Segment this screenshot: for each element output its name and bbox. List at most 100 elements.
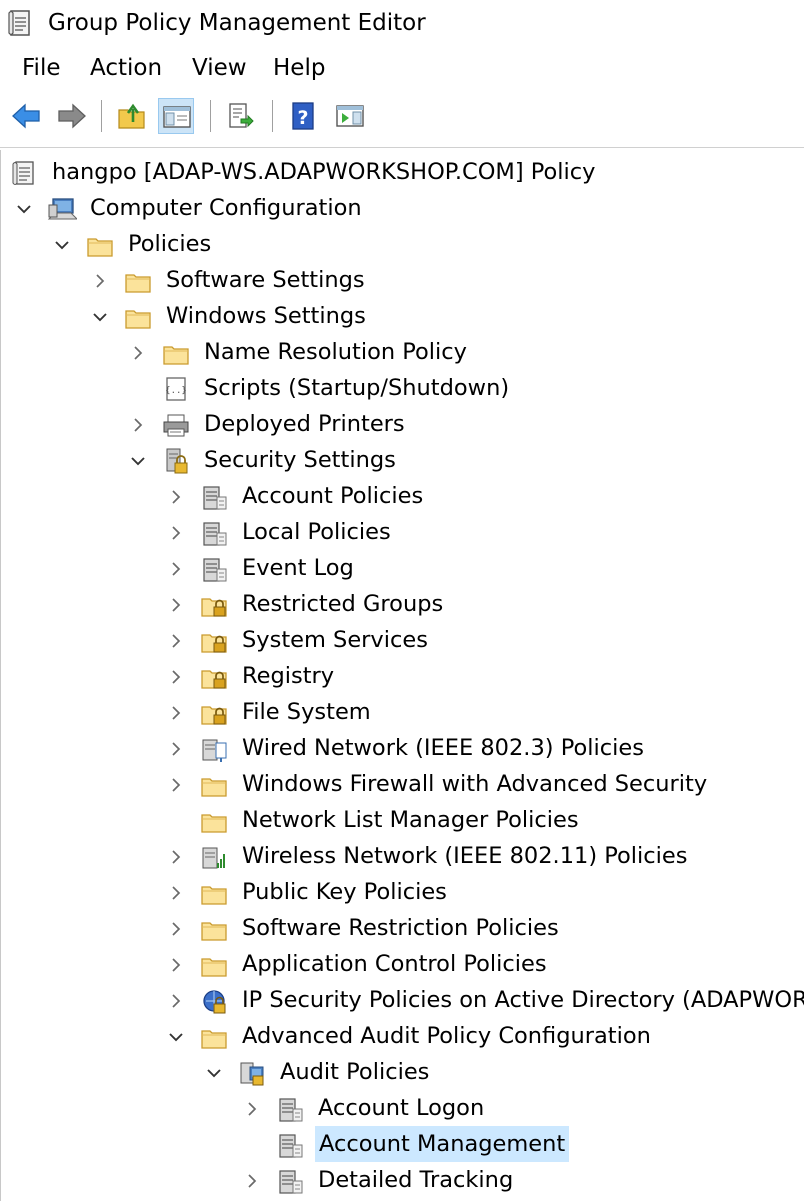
tree-node[interactable]: Advanced Audit Policy Configuration <box>1 1019 804 1055</box>
chevron-down-icon[interactable] <box>53 236 71 254</box>
tree-node[interactable]: {..} Scripts (Startup/Shutdown) <box>1 371 804 407</box>
chevron-right-icon[interactable] <box>167 704 185 722</box>
chevron-right-icon[interactable] <box>129 416 147 434</box>
chevron-right-icon[interactable] <box>167 848 185 866</box>
tree-node-label: Scripts (Startup/Shutdown) <box>204 375 510 401</box>
tree-node-label: Advanced Audit Policy Configuration <box>242 1023 651 1049</box>
menu-view[interactable]: View <box>190 53 249 83</box>
menu-action[interactable]: Action <box>88 53 164 83</box>
folder-icon <box>201 886 227 905</box>
console-tree: hangpo [ADAP-WS.ADAPWORKSHOP.COM] Policy… <box>0 150 804 1201</box>
chevron-right-icon[interactable] <box>167 488 185 506</box>
tree-node-label: Application Control Policies <box>242 951 547 977</box>
tree-node[interactable]: Restricted Groups <box>1 587 804 623</box>
tree-node-label: Deployed Printers <box>204 411 405 437</box>
chevron-right-icon[interactable] <box>167 524 185 542</box>
tree-node[interactable]: Security Settings <box>1 443 804 479</box>
show-hide-action-pane-button[interactable] <box>332 98 368 134</box>
policy-scroll-icon <box>12 161 34 185</box>
tree-node[interactable]: Wired Network (IEEE 802.3) Policies <box>1 731 804 767</box>
tree-node[interactable]: Network List Manager Policies <box>1 803 804 839</box>
chevron-right-icon[interactable] <box>167 992 185 1010</box>
tree-node[interactable]: Audit Policies <box>1 1055 804 1091</box>
policy-server-icon <box>279 1170 303 1194</box>
chevron-right-icon[interactable] <box>243 1100 261 1118</box>
chevron-down-icon[interactable] <box>167 1028 185 1046</box>
folder-icon <box>201 1030 227 1049</box>
tree-node[interactable]: hangpo [ADAP-WS.ADAPWORKSHOP.COM] Policy <box>1 155 804 191</box>
chevron-right-icon[interactable] <box>167 560 185 578</box>
tree-node-label: Audit Policies <box>280 1059 430 1085</box>
chevron-right-icon[interactable] <box>91 272 109 290</box>
chevron-right-icon[interactable] <box>129 344 147 362</box>
tree-node[interactable]: File System <box>1 695 804 731</box>
tree-node[interactable]: Windows Settings <box>1 299 804 335</box>
menu-file[interactable]: File <box>20 53 63 83</box>
folder-icon <box>201 814 227 833</box>
chevron-right-icon[interactable] <box>167 776 185 794</box>
tree-node[interactable]: Computer Configuration <box>1 191 804 227</box>
locked-folder-icon <box>201 706 227 725</box>
chevron-right-icon[interactable] <box>167 632 185 650</box>
tree-node-label: hangpo [ADAP-WS.ADAPWORKSHOP.COM] Policy <box>52 159 596 185</box>
tree-node[interactable]: Application Control Policies <box>1 947 804 983</box>
tree-node[interactable]: Account Management <box>1 1126 804 1163</box>
tree-node[interactable]: Windows Firewall with Advanced Security <box>1 767 804 803</box>
tree-node[interactable]: Event Log <box>1 551 804 587</box>
tree-node[interactable]: Detailed Tracking <box>1 1163 804 1199</box>
back-icon <box>12 103 40 129</box>
chevron-right-icon[interactable] <box>167 596 185 614</box>
toolbar-border <box>0 147 804 148</box>
tree-node[interactable]: Policies <box>1 227 804 263</box>
printer-icon <box>163 414 189 437</box>
wireless-network-icon <box>202 847 225 869</box>
chevron-down-icon[interactable] <box>15 200 33 218</box>
tree-node-label: Account Logon <box>318 1095 485 1121</box>
tree-node-label: Registry <box>242 663 335 689</box>
chevron-right-icon[interactable] <box>243 1172 261 1190</box>
chevron-right-icon[interactable] <box>167 884 185 902</box>
forward-button[interactable] <box>54 98 90 134</box>
chevron-right-icon[interactable] <box>167 956 185 974</box>
chevron-down-icon[interactable] <box>205 1064 223 1082</box>
chevron-right-icon[interactable] <box>167 920 185 938</box>
policy-server-icon <box>279 1098 303 1122</box>
folder-icon <box>201 958 227 977</box>
chevron-down-icon[interactable] <box>129 452 147 470</box>
chevron-right-icon[interactable] <box>167 740 185 758</box>
tree-node[interactable]: Account Logon <box>1 1091 804 1127</box>
ip-security-icon <box>203 990 226 1014</box>
menu-bar: File Action View Help <box>0 48 804 88</box>
tree-node[interactable]: IP Security Policies on Active Directory… <box>1 983 804 1019</box>
tree-node[interactable]: Deployed Printers <box>1 407 804 443</box>
chevron-right-icon[interactable] <box>167 668 185 686</box>
wired-network-icon <box>202 739 227 762</box>
tree-node-label: Windows Settings <box>166 303 366 329</box>
locked-folder-icon <box>201 670 227 689</box>
tree-node[interactable]: Wireless Network (IEEE 802.11) Policies <box>1 839 804 875</box>
script-icon: {..} <box>165 377 187 401</box>
tree-node[interactable]: Account Policies <box>1 479 804 515</box>
folder-icon <box>201 922 227 941</box>
help-button[interactable]: ? <box>285 98 321 134</box>
show-hide-console-tree-button[interactable] <box>158 98 194 134</box>
toolbar: ? <box>0 92 804 146</box>
tree-node[interactable]: Name Resolution Policy <box>1 335 804 371</box>
back-button[interactable] <box>8 98 44 134</box>
policy-server-icon <box>279 1134 303 1158</box>
chevron-down-icon[interactable] <box>91 308 109 326</box>
tree-node[interactable]: Software Settings <box>1 263 804 299</box>
tree-node-label: Security Settings <box>204 447 396 473</box>
tree-node[interactable]: System Services <box>1 623 804 659</box>
up-folder-icon <box>118 103 145 129</box>
tree-node[interactable]: Software Restriction Policies <box>1 911 804 947</box>
tree-node[interactable]: Public Key Policies <box>1 875 804 911</box>
export-list-button[interactable] <box>222 98 258 134</box>
folder-icon <box>125 310 151 329</box>
tree-node[interactable]: Registry <box>1 659 804 695</box>
show-hide-tree-icon <box>163 106 191 128</box>
tree-node[interactable]: Local Policies <box>1 515 804 551</box>
tree-node-label: Network List Manager Policies <box>242 807 579 833</box>
up-one-level-button[interactable] <box>114 98 150 134</box>
menu-help[interactable]: Help <box>271 53 327 83</box>
